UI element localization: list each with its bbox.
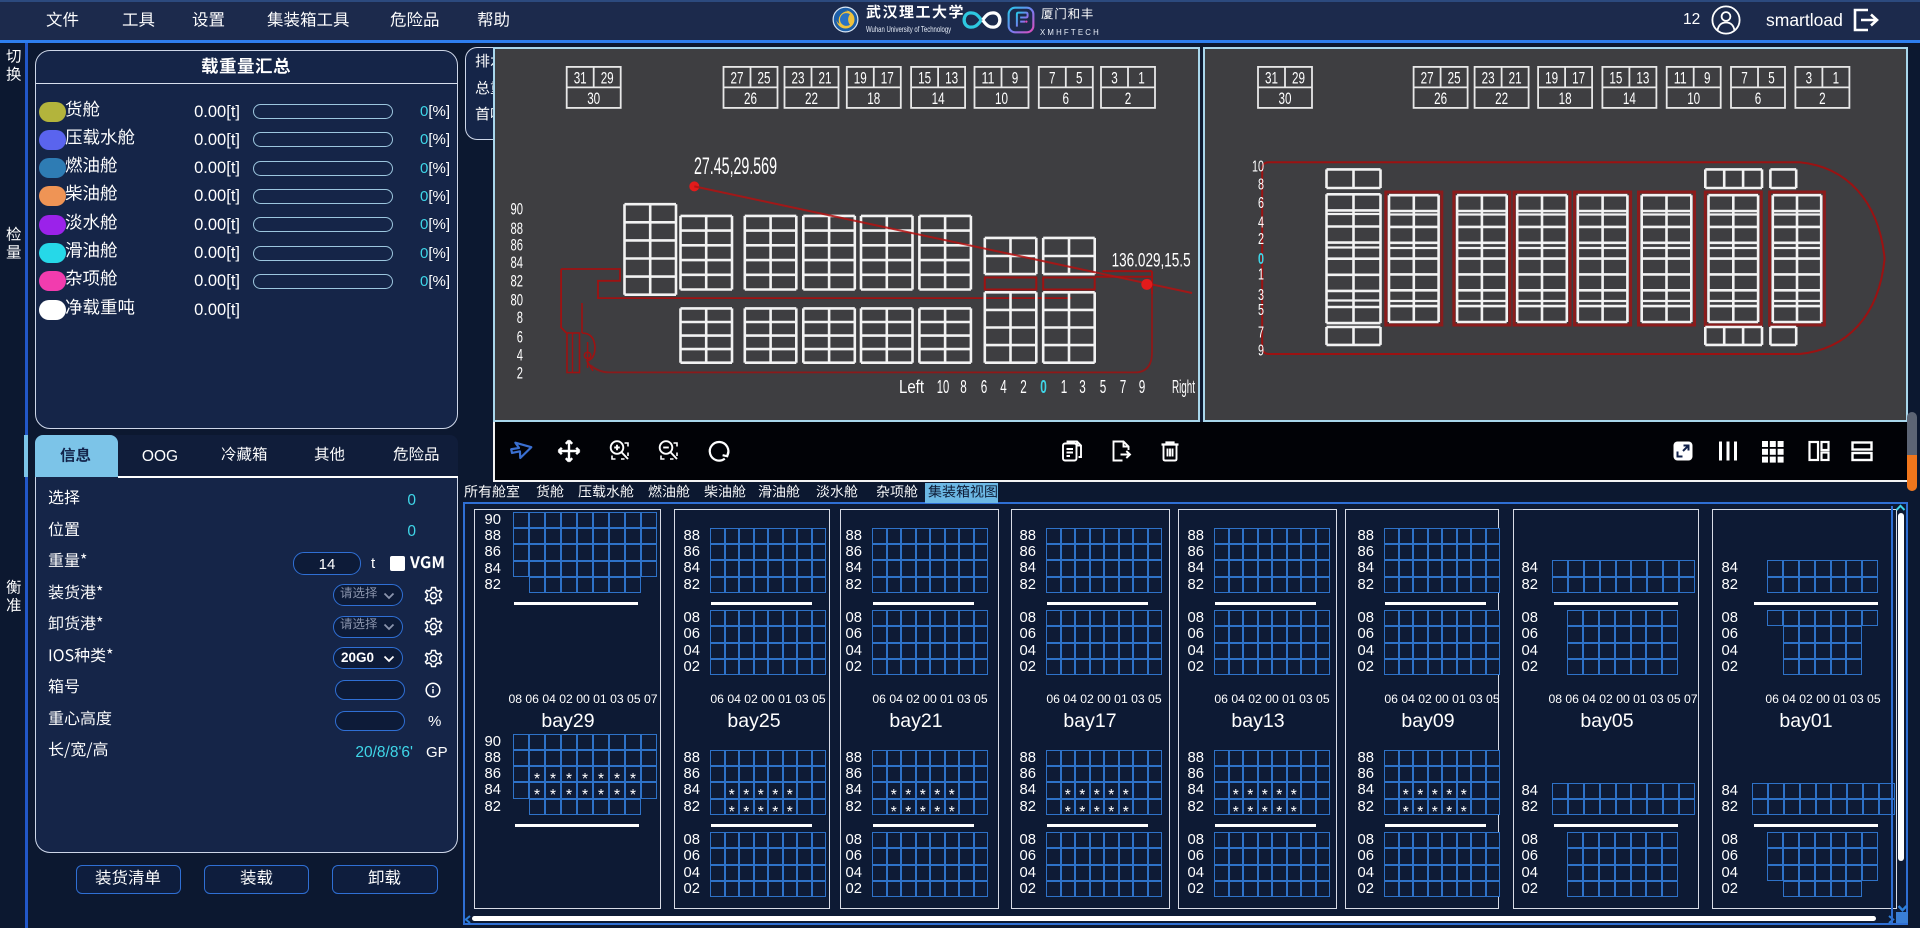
svg-text:82: 82 [511, 273, 524, 291]
svg-text:Right: Right [1172, 377, 1195, 397]
svg-text:2: 2 [1125, 89, 1132, 108]
svg-text:29: 29 [1292, 68, 1305, 87]
svg-text:25: 25 [758, 68, 771, 87]
svg-text:31: 31 [574, 68, 587, 87]
svg-text:9: 9 [1139, 377, 1146, 397]
svg-text:19: 19 [854, 68, 867, 87]
svg-text:11: 11 [982, 68, 995, 87]
svg-text:5: 5 [1768, 68, 1775, 87]
svg-text:6: 6 [981, 377, 988, 397]
svg-text:86: 86 [511, 237, 524, 255]
svg-text:3: 3 [1079, 377, 1086, 397]
svg-text:10: 10 [1687, 89, 1700, 108]
svg-text:27: 27 [1421, 68, 1434, 87]
svg-text:6: 6 [1755, 89, 1762, 108]
svg-text:8: 8 [517, 309, 523, 327]
svg-text:13: 13 [945, 68, 958, 87]
svg-text:6: 6 [517, 328, 523, 346]
svg-text:8: 8 [960, 377, 967, 397]
svg-text:19: 19 [1545, 68, 1558, 87]
svg-text:2: 2 [517, 365, 523, 383]
svg-text:9: 9 [1012, 68, 1019, 87]
svg-text:9: 9 [1258, 342, 1264, 359]
svg-text:26: 26 [744, 89, 757, 108]
svg-text:4: 4 [517, 346, 523, 364]
svg-text:30: 30 [1279, 89, 1292, 108]
svg-text:26: 26 [1434, 89, 1447, 108]
svg-text:8: 8 [1258, 176, 1264, 193]
svg-text:10: 10 [937, 377, 950, 397]
svg-text:27: 27 [731, 68, 744, 87]
svg-text:15: 15 [918, 68, 931, 87]
svg-text:21: 21 [819, 68, 832, 87]
svg-text:7: 7 [1258, 325, 1264, 342]
svg-text:23: 23 [1482, 68, 1495, 87]
svg-text:15: 15 [1609, 68, 1622, 87]
svg-text:6: 6 [1258, 195, 1264, 212]
svg-text:27.45,29.569: 27.45,29.569 [694, 153, 777, 180]
svg-text:80: 80 [511, 291, 524, 309]
svg-text:2: 2 [1819, 89, 1826, 108]
svg-text:2: 2 [1258, 231, 1264, 248]
svg-text:1: 1 [1061, 377, 1068, 397]
svg-text:1: 1 [1138, 68, 1145, 87]
svg-text:2: 2 [1020, 377, 1027, 397]
svg-text:25: 25 [1448, 68, 1461, 87]
svg-text:1: 1 [1258, 267, 1264, 284]
svg-text:13: 13 [1636, 68, 1649, 87]
svg-text:9: 9 [1704, 68, 1711, 87]
svg-text:4: 4 [1000, 377, 1007, 397]
svg-text:23: 23 [792, 68, 805, 87]
svg-text:17: 17 [1572, 68, 1585, 87]
svg-text:22: 22 [1495, 89, 1508, 108]
svg-text:10: 10 [995, 89, 1008, 108]
svg-text:88: 88 [511, 220, 524, 238]
svg-text:Left: Left [899, 377, 924, 397]
svg-text:3: 3 [1111, 68, 1118, 87]
svg-text:22: 22 [805, 89, 818, 108]
svg-text:84: 84 [511, 254, 524, 272]
svg-text:10: 10 [1252, 159, 1264, 176]
svg-text:1: 1 [1833, 68, 1840, 87]
svg-text:90: 90 [511, 201, 524, 219]
svg-text:0: 0 [1040, 377, 1047, 397]
svg-text:7: 7 [1049, 68, 1056, 87]
svg-text:21: 21 [1509, 68, 1522, 87]
svg-text:14: 14 [932, 89, 945, 108]
svg-text:29: 29 [601, 68, 614, 87]
svg-text:5: 5 [1076, 68, 1083, 87]
svg-text:4: 4 [1258, 215, 1264, 232]
svg-text:5: 5 [1258, 302, 1264, 319]
svg-text:136.029,15.5: 136.029,15.5 [1112, 250, 1191, 272]
svg-text:7: 7 [1120, 377, 1127, 397]
svg-text:17: 17 [881, 68, 894, 87]
svg-text:31: 31 [1265, 68, 1278, 87]
svg-text:5: 5 [1100, 377, 1107, 397]
svg-text:3: 3 [1806, 68, 1813, 87]
svg-text:7: 7 [1741, 68, 1748, 87]
svg-text:30: 30 [587, 89, 600, 108]
svg-text:6: 6 [1063, 89, 1070, 108]
svg-text:18: 18 [867, 89, 880, 108]
svg-text:11: 11 [1674, 68, 1687, 87]
svg-text:14: 14 [1623, 89, 1636, 108]
svg-text:18: 18 [1559, 89, 1572, 108]
